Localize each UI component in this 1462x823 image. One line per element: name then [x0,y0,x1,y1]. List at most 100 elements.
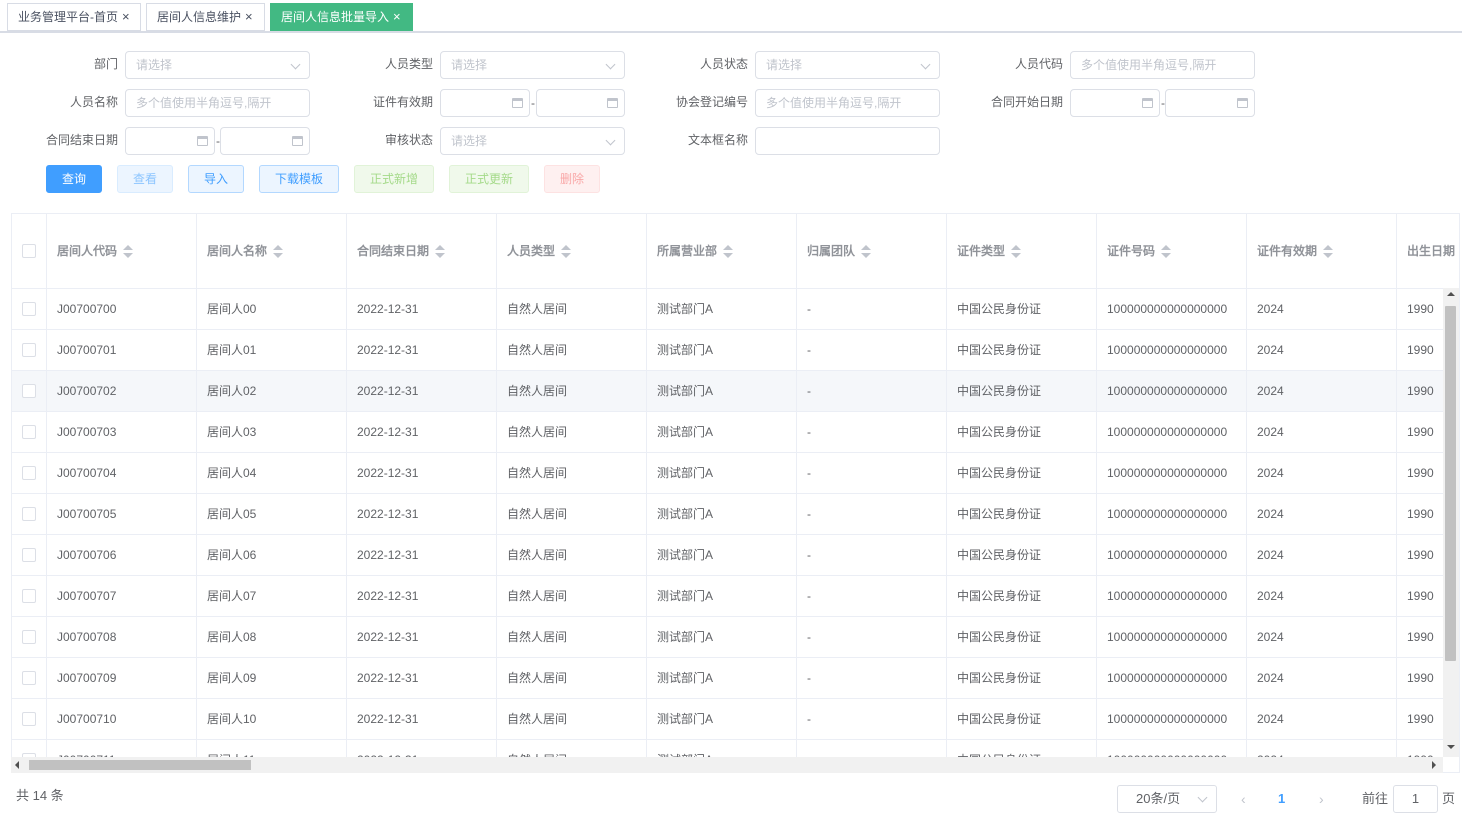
table-cell: 居间人00 [197,289,347,329]
assoc-input[interactable] [755,89,940,117]
sort-caret-icon[interactable] [723,244,734,259]
scroll-up-icon[interactable] [1447,292,1455,296]
vertical-scroll-thumb[interactable] [1445,306,1456,661]
column-header[interactable]: 居间人代码 [47,214,197,288]
table-cell: 100000000000000000 [1097,289,1247,329]
table-cell: 自然人居间 [497,330,647,370]
tab-broker-maintenance[interactable]: 居间人信息维护 × [146,3,265,31]
sort-caret-icon[interactable] [861,244,872,259]
table-cell: 2022-12-31 [347,412,497,452]
audit-select[interactable]: 请选择 [440,127,625,155]
cend-start-date[interactable] [125,127,215,155]
row-checkbox[interactable] [22,712,36,726]
table-row[interactable]: J00700704 居间人04 2022-12-31 自然人居间 测试部门A - 中国公民身… [12,453,1445,494]
prev-page-button[interactable]: ‹ [1241,785,1246,813]
table-cell: 100000000000000000 [1097,371,1247,411]
scroll-left-icon[interactable] [15,761,19,769]
horizontal-scrollbar[interactable] [11,757,1443,773]
cstart-start-date[interactable] [1070,89,1160,117]
pname-input[interactable] [125,89,310,117]
row-checkbox[interactable] [22,425,36,439]
row-checkbox[interactable] [22,671,36,685]
table-cell: J00700700 [47,289,197,329]
table-cell: 1990 [1397,699,1445,739]
row-checkbox[interactable] [22,630,36,644]
table-row[interactable]: J00700709 居间人09 2022-12-31 自然人居间 测试部门A - 中国公民身… [12,658,1445,699]
sort-caret-icon[interactable] [435,244,446,259]
certvalid-start-date[interactable] [440,89,530,117]
view-button[interactable]: 查看 [117,165,173,193]
sort-caret-icon[interactable] [561,244,572,259]
vertical-scrollbar[interactable] [1443,288,1459,757]
next-page-button[interactable]: › [1319,785,1324,813]
table-cell: 测试部门A [647,330,797,370]
page-number-current[interactable]: 1 [1278,785,1285,813]
table-cell: 1990 [1397,330,1445,370]
row-checkbox[interactable] [22,302,36,316]
scroll-down-icon[interactable] [1447,745,1455,749]
table-row[interactable]: J00700700 居间人00 2022-12-31 自然人居间 测试部门A - 中国公民身… [12,289,1445,330]
table-row[interactable]: J00700706 居间人06 2022-12-31 自然人居间 测试部门A - 中国公民身… [12,535,1445,576]
column-header[interactable]: 证件有效期 [1247,214,1397,288]
sort-caret-icon[interactable] [123,244,134,259]
scroll-right-icon[interactable] [1432,761,1436,769]
column-header[interactable]: 合同结束日期 [347,214,497,288]
column-header[interactable]: 归属团队 [797,214,947,288]
column-header[interactable]: 所属营业部 [647,214,797,288]
row-checkbox[interactable] [22,507,36,521]
column-header[interactable]: 证件类型 [947,214,1097,288]
dept-select[interactable]: 请选择 [125,51,310,79]
formal-add-button[interactable]: 正式新增 [354,165,434,193]
horizontal-scroll-thumb[interactable] [29,760,251,770]
table-row[interactable]: J00700705 居间人05 2022-12-31 自然人居间 测试部门A - 中国公民身… [12,494,1445,535]
pstatus-select[interactable]: 请选择 [755,51,940,79]
table-row[interactable]: J00700708 居间人08 2022-12-31 自然人居间 测试部门A - 中国公民身… [12,617,1445,658]
column-header-label: 出生日期 [1407,244,1456,258]
row-checkbox[interactable] [22,466,36,480]
formal-update-button[interactable]: 正式更新 [449,165,529,193]
import-button[interactable]: 导入 [188,165,244,193]
row-checkbox[interactable] [22,589,36,603]
table-row[interactable]: J00700703 居间人03 2022-12-31 自然人居间 测试部门A - 中国公民身… [12,412,1445,453]
row-checkbox[interactable] [22,384,36,398]
select-all-checkbox[interactable] [22,244,36,258]
textbox-input[interactable] [755,127,940,155]
table-cell: 100000000000000000 [1097,330,1247,370]
delete-button[interactable]: 删除 [544,165,600,193]
query-button[interactable]: 查询 [46,165,102,193]
tab-home[interactable]: 业务管理平台-首页 × [7,3,141,31]
close-icon[interactable]: × [122,4,130,30]
table-cell: 2024 [1247,617,1397,657]
sort-caret-icon[interactable] [1011,244,1022,259]
table-row[interactable]: J00700701 居间人01 2022-12-31 自然人居间 测试部门A - 中国公民身… [12,330,1445,371]
sort-caret-icon[interactable] [273,244,284,259]
table-row[interactable]: J00700710 居间人10 2022-12-31 自然人居间 测试部门A - 中国公民身… [12,699,1445,740]
tab-broker-batch-import[interactable]: 居间人信息批量导入 × [270,3,413,31]
column-header[interactable]: 出生日期 [1397,214,1459,288]
ptype-select[interactable]: 请选择 [440,51,625,79]
cend-end-date[interactable] [220,127,310,155]
page-size-select[interactable]: 20条/页 [1117,785,1217,813]
table-cell: 自然人居间 [497,699,647,739]
close-icon[interactable]: × [245,4,253,30]
close-icon[interactable]: × [393,4,401,30]
column-header[interactable]: 人员类型 [497,214,647,288]
column-header[interactable]: 居间人名称 [197,214,347,288]
table-cell: - [797,617,947,657]
row-select-cell [12,576,47,616]
sort-caret-icon[interactable] [1323,244,1334,259]
table-cell: 居间人09 [197,658,347,698]
cstart-end-date[interactable] [1165,89,1255,117]
column-header[interactable]: 证件号码 [1097,214,1247,288]
table-cell: 1990 [1397,289,1445,329]
pcode-input[interactable] [1070,51,1255,79]
table-row[interactable]: J00700707 居间人07 2022-12-31 自然人居间 测试部门A - 中国公民身… [12,576,1445,617]
row-checkbox[interactable] [22,343,36,357]
download-template-button[interactable]: 下载模板 [259,165,339,193]
chevron-down-icon [605,135,616,146]
certvalid-end-date[interactable] [536,89,625,117]
table-row[interactable]: J00700702 居间人02 2022-12-31 自然人居间 测试部门A - 中国公民身… [12,371,1445,412]
goto-page-input[interactable]: 1 [1393,785,1438,813]
sort-caret-icon[interactable] [1161,244,1172,259]
row-checkbox[interactable] [22,548,36,562]
